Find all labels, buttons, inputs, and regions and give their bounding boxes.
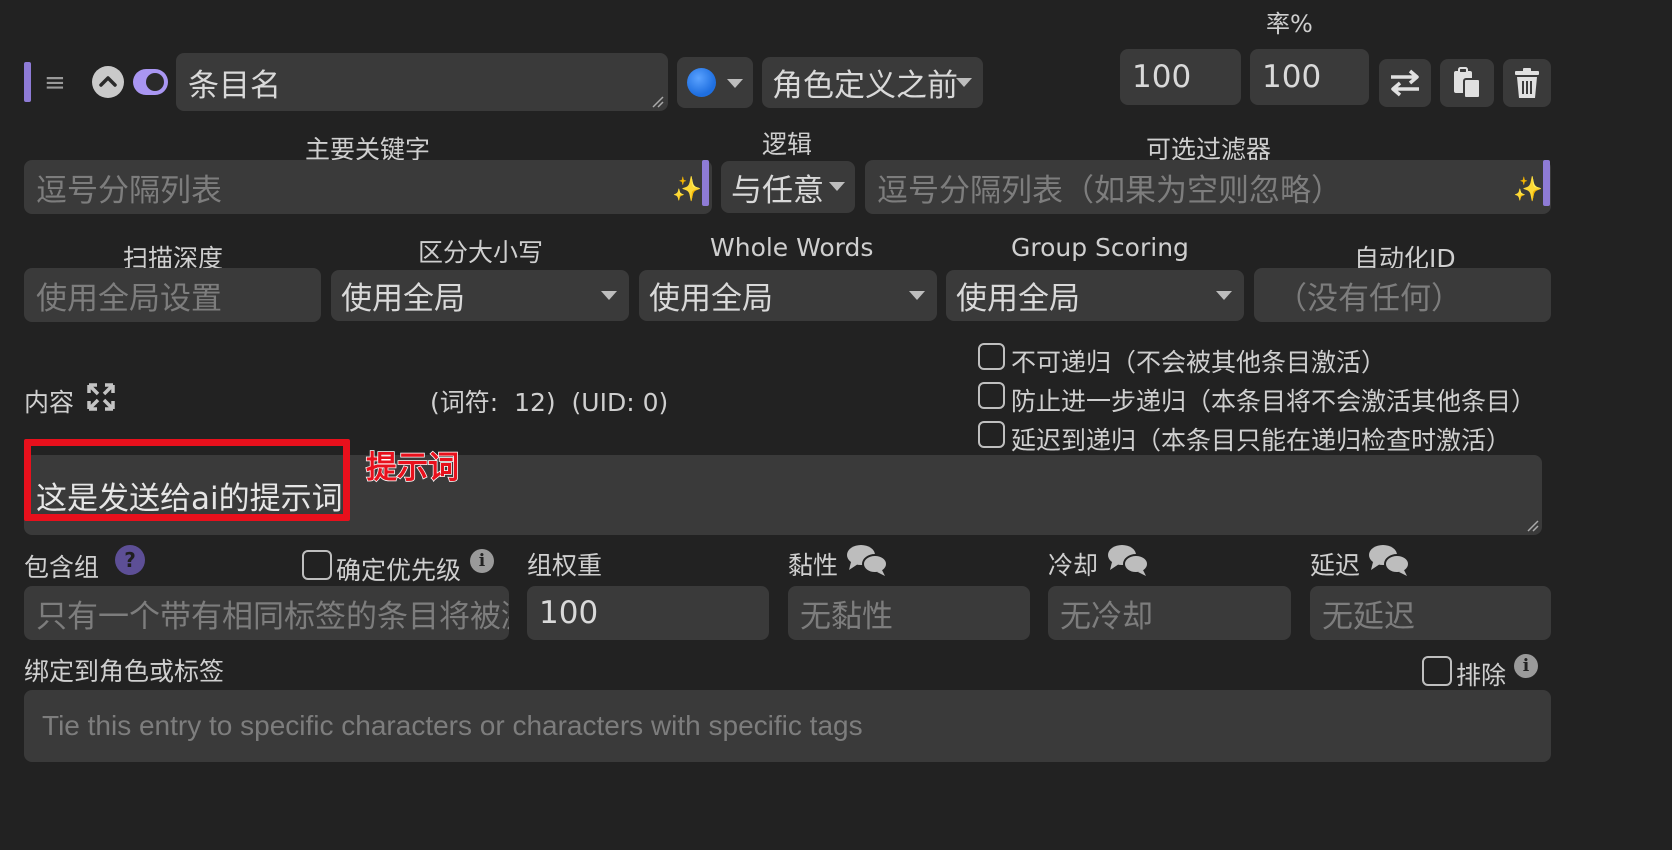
delay-recursion-checkbox[interactable] (978, 421, 1005, 448)
comments-icon (1108, 545, 1149, 576)
content-label: 内容 (24, 388, 75, 417)
scan-depth-placeholder: 使用全局设置 (36, 280, 222, 317)
cooldown-placeholder: 无冷却 (1060, 598, 1153, 635)
group-weight-input[interactable]: 100 (527, 586, 769, 640)
group-weight-label: 组权重 (527, 551, 603, 580)
automation-id-placeholder: （没有任何） (1276, 280, 1462, 317)
inclusion-group-placeholder: 只有一个带有相同标签的条目将被激活 (36, 598, 509, 635)
depth-value: 100 (1132, 59, 1192, 95)
enable-toggle[interactable] (133, 69, 168, 95)
sticky-label: 黏性 (788, 551, 839, 580)
logic-label: 逻辑 (762, 130, 813, 159)
whole-words-label: Whole Words (710, 233, 874, 262)
scan-depth-input[interactable]: 使用全局设置 (24, 268, 321, 322)
comments-icon (1369, 545, 1410, 576)
secondary-keys-placeholder: 逗号分隔列表（如果为空则忽略） (877, 172, 1342, 209)
exclude-checkbox[interactable] (1422, 656, 1452, 686)
prioritize-checkbox[interactable] (302, 550, 332, 580)
automation-id-input[interactable]: （没有任何） (1254, 268, 1551, 322)
exclude-label[interactable]: 排除 (1456, 656, 1506, 692)
position-value: 角色定义之前 (772, 68, 958, 104)
expand-icon[interactable] (86, 382, 116, 412)
depth-input[interactable]: 100 (1120, 49, 1241, 105)
logic-value: 与任意 (731, 172, 824, 209)
chevron-down-icon (1216, 291, 1232, 300)
duplicate-button[interactable] (1440, 59, 1494, 107)
group-scoring-value: 使用全局 (956, 281, 1080, 317)
delete-button[interactable] (1503, 59, 1551, 107)
entry-accent-bar (24, 62, 31, 102)
sticky-input[interactable]: 无黏性 (788, 586, 1030, 640)
info-icon[interactable]: i (470, 549, 494, 573)
probability-header-partial: 率% (1266, 10, 1313, 38)
non-recursable-checkbox[interactable] (978, 343, 1005, 370)
cooldown-label: 冷却 (1048, 551, 1099, 580)
chevron-down-icon (829, 182, 845, 191)
trash-icon (1515, 68, 1539, 98)
character-binding-label: 绑定到角色或标签 (24, 657, 225, 686)
delay-placeholder: 无延迟 (1322, 598, 1415, 635)
entry-title-text: 条目名 (188, 67, 281, 104)
chevron-down-icon (909, 291, 925, 300)
secondary-keys-accent (1543, 160, 1550, 206)
prevent-recursion-checkbox[interactable] (978, 382, 1005, 409)
inclusion-group-label: 包含组 (24, 553, 100, 582)
status-select[interactable] (677, 57, 753, 108)
position-select[interactable]: 角色定义之前 (762, 57, 983, 108)
case-sensitive-label: 区分大小写 (418, 238, 544, 267)
status-blue-dot-icon (687, 68, 716, 97)
token-info: (词符: 12) (UID: 0) (430, 388, 669, 417)
case-sensitive-value: 使用全局 (341, 281, 465, 317)
logic-select[interactable]: 与任意 (721, 161, 855, 213)
whole-words-select[interactable]: 使用全局 (639, 270, 937, 321)
primary-keys-accent (702, 160, 709, 206)
delay-input[interactable]: 无延迟 (1310, 586, 1551, 640)
collapse-toggle-icon[interactable] (92, 66, 124, 98)
copy-icon (1454, 67, 1481, 99)
secondary-keys-input[interactable]: 逗号分隔列表（如果为空则忽略） (865, 160, 1551, 214)
sparkle-icon[interactable]: ✨ (1513, 175, 1543, 203)
move-button[interactable] (1379, 59, 1431, 107)
character-binding-placeholder: Tie this entry to specific characters or… (42, 710, 863, 741)
prioritize-label[interactable]: 确定优先级 (336, 551, 461, 587)
highlight-box (24, 439, 350, 521)
whole-words-value: 使用全局 (649, 281, 773, 317)
character-binding-input[interactable]: Tie this entry to specific characters or… (24, 690, 1551, 762)
probability-value: 100 (1262, 59, 1322, 95)
delay-label: 延迟 (1310, 551, 1361, 580)
swap-arrows-icon (1391, 69, 1419, 97)
chevron-down-icon (956, 78, 972, 87)
sparkle-icon[interactable]: ✨ (672, 175, 702, 203)
probability-input[interactable]: 100 (1250, 49, 1369, 105)
toggle-knob (146, 73, 164, 91)
group-weight-value: 100 (539, 595, 599, 631)
inclusion-group-input[interactable]: 只有一个带有相同标签的条目将被激活 (24, 586, 509, 640)
sticky-placeholder: 无黏性 (800, 598, 893, 635)
prevent-recursion-label[interactable]: 防止进一步递归（本条目将不会激活其他条目） (1011, 382, 1536, 418)
chevron-down-icon (601, 291, 617, 300)
group-scoring-select[interactable]: 使用全局 (946, 270, 1244, 321)
cooldown-input[interactable]: 无冷却 (1048, 586, 1291, 640)
resize-handle-icon[interactable] (651, 95, 664, 108)
entry-title-input[interactable]: 条目名 (176, 53, 668, 111)
chevron-down-icon (727, 79, 743, 88)
annotation-text: 提示词 (365, 449, 460, 487)
help-icon[interactable]: ? (115, 545, 145, 575)
non-recursable-label[interactable]: 不可递归（不会被其他条目激活） (1011, 343, 1386, 379)
primary-keys-input[interactable]: 逗号分隔列表 (24, 160, 712, 214)
drag-handle-icon[interactable]: ≡ (44, 68, 66, 98)
info-icon[interactable]: i (1514, 654, 1538, 678)
comments-icon (847, 545, 888, 576)
resize-handle-icon[interactable] (1526, 519, 1539, 532)
primary-keys-placeholder: 逗号分隔列表 (36, 172, 222, 209)
case-sensitive-select[interactable]: 使用全局 (331, 270, 629, 321)
delay-recursion-label[interactable]: 延迟到递归（本条目只能在递归检查时激活） (1011, 421, 1511, 457)
group-scoring-label: Group Scoring (1011, 233, 1189, 262)
